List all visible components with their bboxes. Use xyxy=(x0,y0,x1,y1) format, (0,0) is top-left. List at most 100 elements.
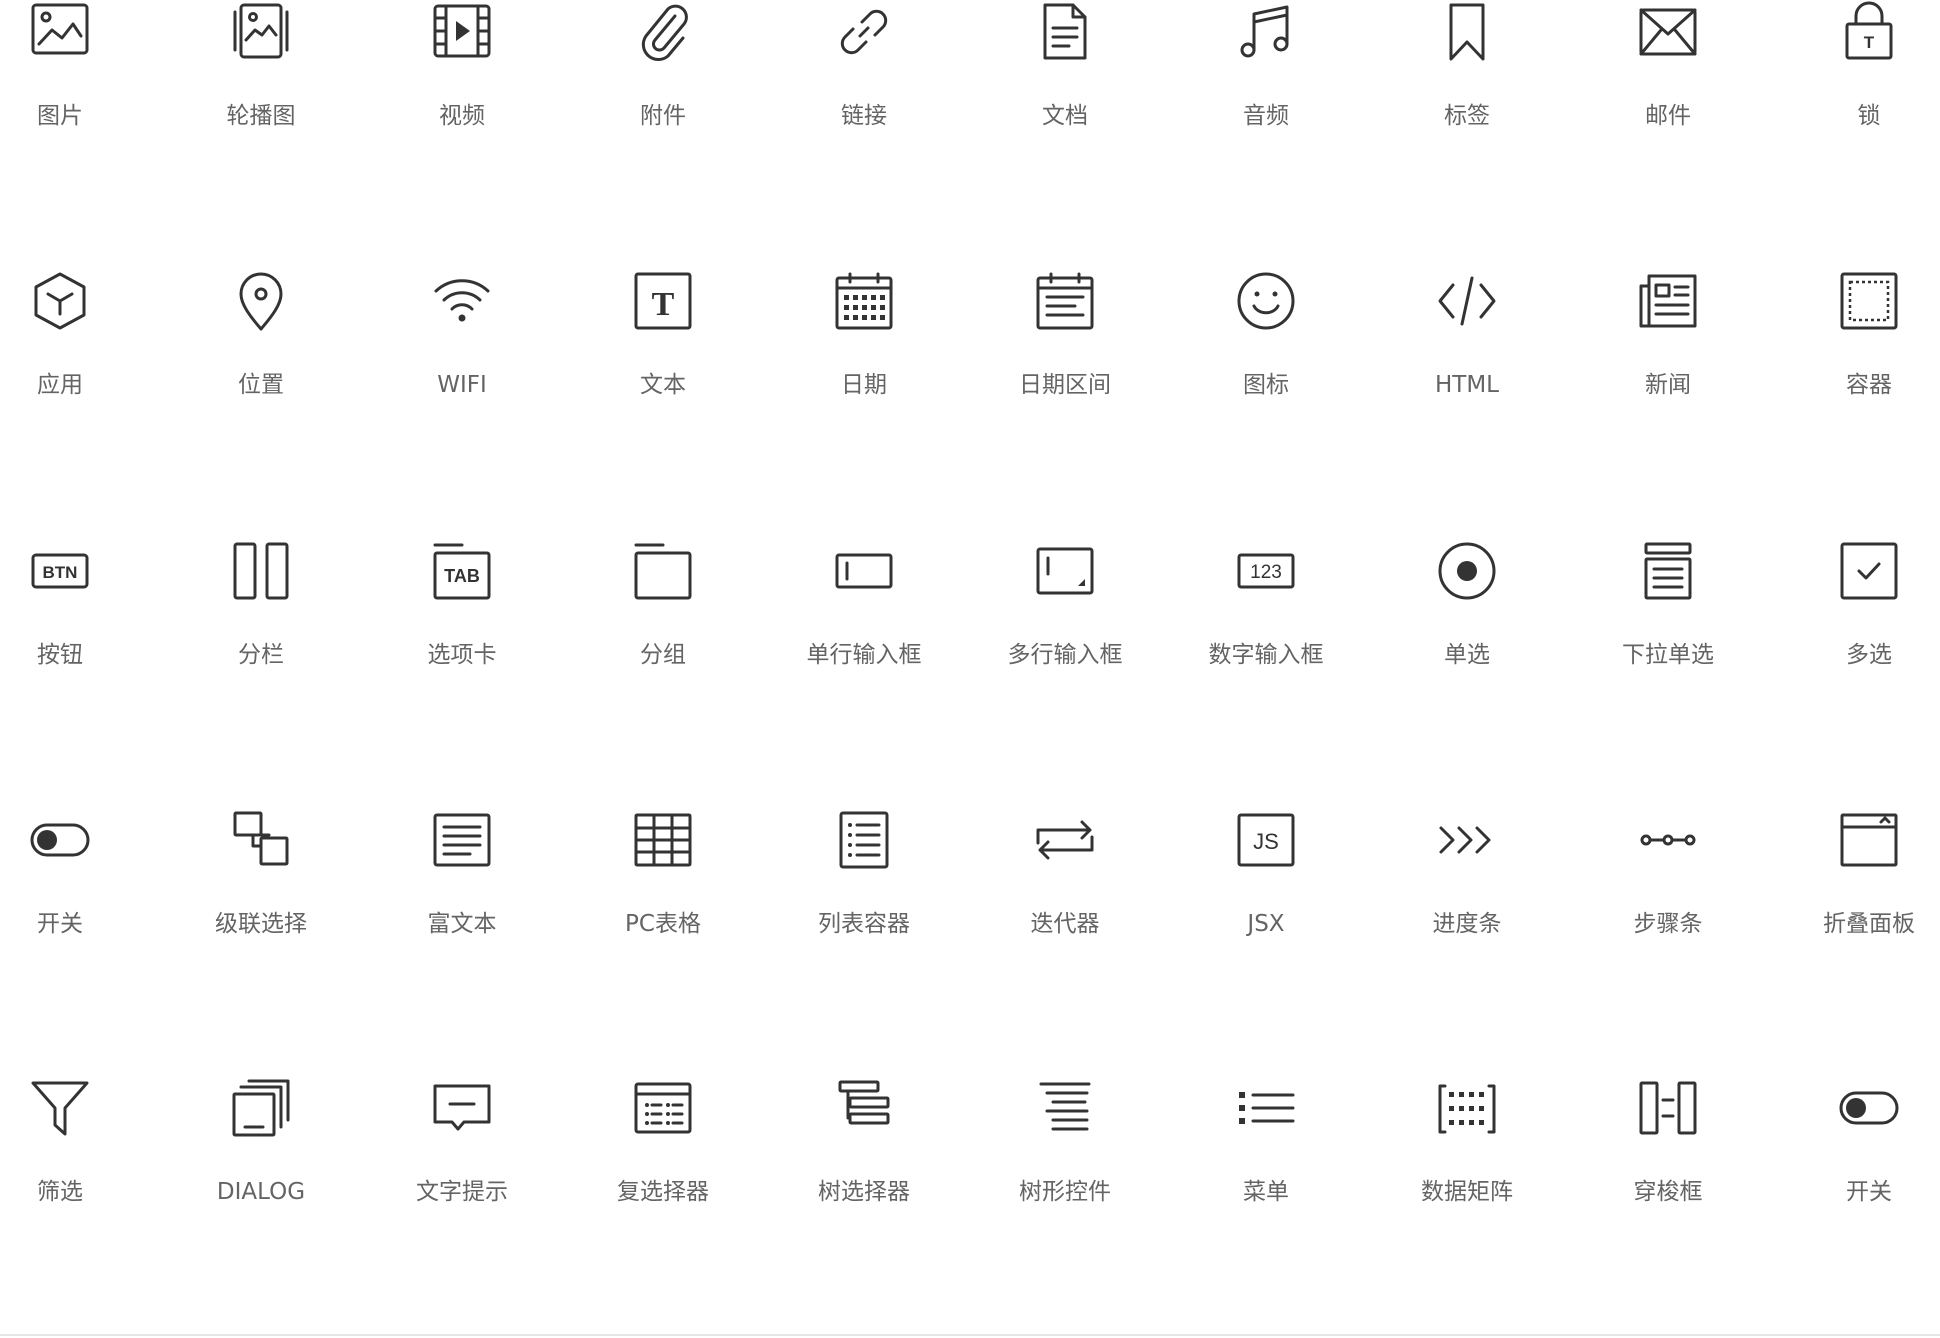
palette-item-label: 音频 xyxy=(1243,103,1289,129)
palette-item-label: 菜单 xyxy=(1243,1179,1289,1205)
palette-item-label: 锁 xyxy=(1857,103,1881,129)
tabs-icon: TAB xyxy=(432,541,492,601)
palette-item-music[interactable]: 音频 xyxy=(1166,0,1366,200)
palette-item-data-matrix[interactable]: 数据矩阵 xyxy=(1367,1076,1567,1276)
palette-item-cascader[interactable]: 级联选择 xyxy=(161,808,361,1008)
palette-item-checkbox[interactable]: 多选 xyxy=(1769,539,1940,739)
palette-item-progress-chevrons[interactable]: 进度条 xyxy=(1367,808,1567,1008)
palette-item-label: 位置 xyxy=(238,372,284,398)
palette-item-carousel[interactable]: 轮播图 xyxy=(161,0,361,200)
palette-item-smiley[interactable]: 图标 xyxy=(1166,269,1366,469)
palette-item-toggle-switch[interactable]: 开关 xyxy=(0,808,160,1008)
code-icon xyxy=(1437,271,1497,331)
palette-item-calendar[interactable]: 日期 xyxy=(764,269,964,469)
palette-item-dialog[interactable]: DIALOG xyxy=(161,1076,361,1276)
component-palette: 图片 轮播图 视频 附件 链接 文档 音频 标签 邮件 T 锁应用 位置 WIFI T 文本 日期 日期区间 图标… xyxy=(0,0,1940,1338)
palette-item-list-container[interactable]: 列表容器 xyxy=(764,808,964,1008)
palette-item-label: 开关 xyxy=(1846,1179,1892,1205)
palette-item-label: JSX xyxy=(1247,911,1285,937)
palette-item-tabs[interactable]: TAB 选项卡 xyxy=(362,539,562,739)
palette-item-label: PC表格 xyxy=(625,911,701,937)
palette-item-dropdown-select[interactable]: 下拉单选 xyxy=(1568,539,1768,739)
document-icon xyxy=(1035,2,1095,62)
palette-item-label: HTML xyxy=(1434,372,1499,398)
palette-item-toggle-switch[interactable]: 开关 xyxy=(1769,1076,1940,1276)
palette-item-label: 轮播图 xyxy=(226,103,296,129)
bookmark-icon xyxy=(1437,2,1497,62)
palette-item-lock[interactable]: T锁 xyxy=(1769,0,1940,200)
palette-item-label: 文字提示 xyxy=(416,1179,508,1205)
palette-item-group[interactable]: 分组 xyxy=(563,539,763,739)
palette-item-steps[interactable]: 步骤条 xyxy=(1568,808,1768,1008)
palette-item-label: 步骤条 xyxy=(1633,911,1703,937)
palette-item-label: 新闻 xyxy=(1645,372,1691,398)
palette-item-columns[interactable]: 分栏 xyxy=(161,539,361,739)
palette-item-label: 容器 xyxy=(1846,372,1892,398)
palette-item-label: 迭代器 xyxy=(1030,911,1100,937)
palette-item-multi-line-input[interactable]: 多行输入框 xyxy=(965,539,1165,739)
palette-item-transfer[interactable]: 穿梭框 xyxy=(1568,1076,1768,1276)
svg-text:123: 123 xyxy=(1250,562,1282,583)
palette-item-label: 级联选择 xyxy=(215,911,307,937)
jsx-icon: JS xyxy=(1236,810,1296,870)
palette-item-mail[interactable]: 邮件 xyxy=(1568,0,1768,200)
palette-item-label: 文本 xyxy=(640,372,686,398)
palette-item-paperclip[interactable]: 附件 xyxy=(563,0,763,200)
palette-item-location-pin[interactable]: 位置 xyxy=(161,269,361,469)
palette-item-date-range[interactable]: 日期区间 xyxy=(965,269,1165,469)
news-icon xyxy=(1638,271,1698,331)
mail-icon xyxy=(1638,2,1698,62)
palette-item-label: 筛选 xyxy=(37,1179,83,1205)
bottom-divider xyxy=(0,1334,1940,1336)
palette-item-radio[interactable]: 单选 xyxy=(1367,539,1567,739)
tree-control-icon xyxy=(1035,1078,1095,1138)
multi-line-input-icon xyxy=(1035,541,1095,601)
tooltip-icon xyxy=(432,1078,492,1138)
palette-item-jsx[interactable]: JS JSX xyxy=(1166,808,1366,1008)
palette-item-tree-select[interactable]: 树选择器 xyxy=(764,1076,964,1276)
palette-item-tooltip[interactable]: 文字提示 xyxy=(362,1076,562,1276)
palette-item-video[interactable]: 视频 xyxy=(362,0,562,200)
palette-item-label: 树选择器 xyxy=(818,1179,910,1205)
dropdown-select-icon xyxy=(1638,541,1698,601)
palette-item-table-grid[interactable]: PC表格 xyxy=(563,808,763,1008)
multi-picker-icon xyxy=(633,1078,693,1138)
palette-item-number-input[interactable]: 123 数字输入框 xyxy=(1166,539,1366,739)
palette-item-button[interactable]: BTN 按钮 xyxy=(0,539,160,739)
lock-icon: T xyxy=(1839,1,1899,62)
container-icon xyxy=(1839,271,1899,331)
palette-item-link[interactable]: 链接 xyxy=(764,0,964,200)
text-icon: T xyxy=(633,271,693,331)
palette-item-document[interactable]: 文档 xyxy=(965,0,1165,200)
collapse-panel-icon xyxy=(1839,810,1899,870)
palette-item-bookmark[interactable]: 标签 xyxy=(1367,0,1567,200)
palette-item-tree-control[interactable]: 树形控件 xyxy=(965,1076,1165,1276)
toggle-switch-icon xyxy=(1839,1078,1899,1138)
palette-item-label: 富文本 xyxy=(427,911,497,937)
cascader-icon xyxy=(231,810,291,870)
data-matrix-icon xyxy=(1437,1078,1497,1138)
palette-item-news[interactable]: 新闻 xyxy=(1568,269,1768,469)
menu-list-icon xyxy=(1236,1078,1296,1138)
paperclip-icon xyxy=(633,2,693,62)
svg-text:JS: JS xyxy=(1253,829,1279,854)
palette-item-label: 图标 xyxy=(1243,372,1289,398)
video-icon xyxy=(432,2,492,62)
palette-item-menu-list[interactable]: 菜单 xyxy=(1166,1076,1366,1276)
palette-item-collapse-panel[interactable]: 折叠面板 xyxy=(1769,808,1940,1008)
palette-item-filter[interactable]: 筛选 xyxy=(0,1076,160,1276)
palette-item-container[interactable]: 容器 xyxy=(1769,269,1940,469)
palette-item-image[interactable]: 图片 xyxy=(0,0,160,200)
palette-item-label: 穿梭框 xyxy=(1633,1179,1703,1205)
palette-item-wifi[interactable]: WIFI xyxy=(362,269,562,469)
palette-item-single-line-input[interactable]: 单行输入框 xyxy=(764,539,964,739)
location-pin-icon xyxy=(231,271,291,331)
palette-item-code[interactable]: HTML xyxy=(1367,269,1567,469)
palette-item-multi-picker[interactable]: 复选择器 xyxy=(563,1076,763,1276)
palette-item-rich-text[interactable]: 富文本 xyxy=(362,808,562,1008)
link-icon xyxy=(834,2,894,62)
dialog-icon xyxy=(231,1078,291,1138)
palette-item-iterator[interactable]: 迭代器 xyxy=(965,808,1165,1008)
palette-item-text[interactable]: T 文本 xyxy=(563,269,763,469)
palette-item-app-cube[interactable]: 应用 xyxy=(0,269,160,469)
